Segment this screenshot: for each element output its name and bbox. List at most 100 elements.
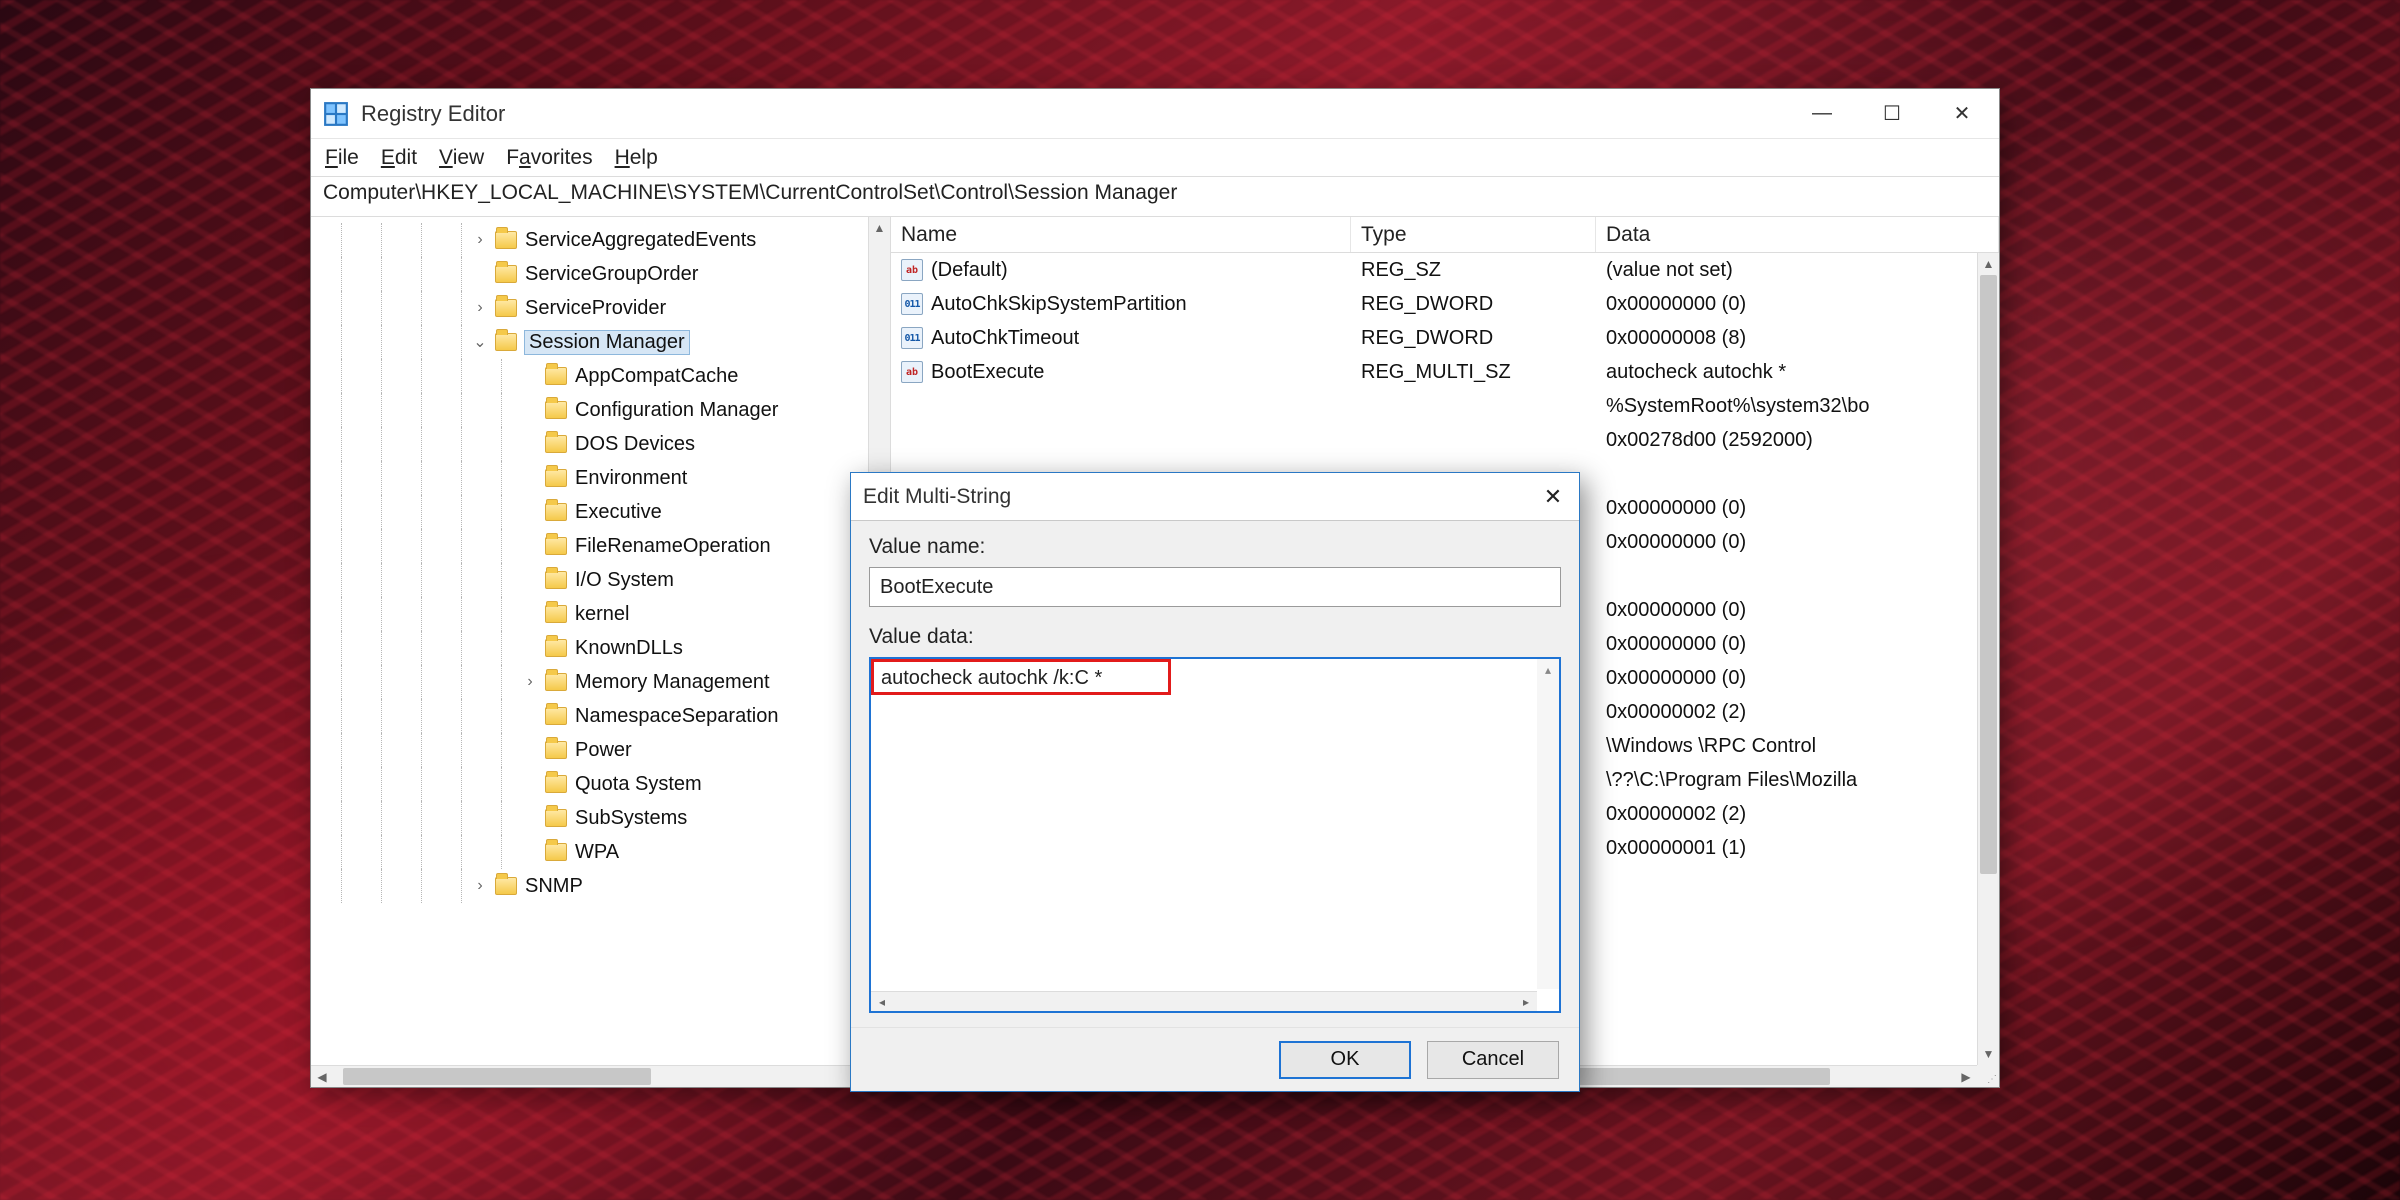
folder-icon (545, 367, 567, 385)
window-title: Registry Editor (361, 101, 505, 127)
tree-item[interactable]: ›Memory Management (321, 665, 890, 699)
value-data: 0x00000008 (8) (1596, 327, 1999, 350)
tree-item[interactable]: SubSystems (321, 801, 890, 835)
expand-toggle-icon[interactable]: ⌄ (471, 332, 489, 352)
resize-grip-icon[interactable]: ⋰ (1977, 1065, 1999, 1087)
menu-edit[interactable]: Edit (381, 146, 417, 170)
expand-toggle-icon[interactable]: › (471, 877, 489, 895)
tree-item[interactable]: Quota System (321, 767, 890, 801)
folder-icon (545, 639, 567, 657)
tree-item[interactable]: ›ServiceAggregatedEvents (321, 223, 890, 257)
close-button[interactable]: ✕ (1927, 90, 1997, 138)
value-name: (Default) (931, 259, 1008, 282)
tree-item[interactable]: FileRenameOperation (321, 529, 890, 563)
scroll-left-icon[interactable]: ◂ (871, 992, 893, 1011)
tree-item[interactable]: ›SNMP (321, 869, 890, 903)
scroll-down-icon[interactable]: ▼ (1978, 1043, 1999, 1065)
tree-item[interactable]: Environment (321, 461, 890, 495)
ok-button[interactable]: OK (1279, 1041, 1411, 1079)
value-name-label: Value name: (869, 535, 1561, 559)
tree-scrollbar-horizontal[interactable]: ◀ ▶ (311, 1065, 868, 1087)
tree-item-label: Session Manager (525, 331, 689, 354)
scroll-up-icon[interactable]: ▴ (1537, 659, 1559, 681)
scroll-up-icon[interactable]: ▲ (1978, 253, 1999, 275)
dialog-button-row: OK Cancel (851, 1027, 1579, 1091)
menu-favorites[interactable]: Favorites (506, 146, 592, 170)
menu-view[interactable]: View (439, 146, 484, 170)
value-data-textarea[interactable] (869, 657, 1561, 1013)
list-row[interactable]: ab (Default) REG_SZ(value not set) (891, 253, 1999, 287)
value-data: autocheck autochk * (1596, 361, 1999, 384)
expand-toggle-icon[interactable]: › (471, 299, 489, 317)
textarea-scrollbar-vertical[interactable]: ▴ (1537, 659, 1559, 989)
tree-item-label: Executive (575, 501, 662, 524)
tree-item[interactable]: ›ServiceProvider (321, 291, 890, 325)
value-name: AutoChkSkipSystemPartition (931, 293, 1187, 316)
menu-help[interactable]: Help (615, 146, 658, 170)
list-row[interactable]: 011AutoChkSkipSystemPartitionREG_DWORD0x… (891, 287, 1999, 321)
tree-item[interactable]: NamespaceSeparation (321, 699, 890, 733)
header-data[interactable]: Data (1596, 217, 1999, 252)
dialog-titlebar[interactable]: Edit Multi-String ✕ (851, 473, 1579, 521)
dialog-title: Edit Multi-String (863, 485, 1011, 509)
string-value-icon: ab (901, 259, 923, 281)
scroll-thumb[interactable] (1980, 275, 1997, 874)
minimize-button[interactable]: ― (1787, 90, 1857, 138)
folder-icon (545, 809, 567, 827)
tree-item-label: KnownDLLs (575, 637, 683, 660)
folder-icon (495, 231, 517, 249)
list-row[interactable]: 011AutoChkTimeoutREG_DWORD0x00000008 (8) (891, 321, 1999, 355)
tree-item-label: WPA (575, 841, 619, 864)
list-header[interactable]: Name Type Data (891, 217, 1999, 253)
value-name-input[interactable] (869, 567, 1561, 607)
tree-item-label: FileRenameOperation (575, 535, 771, 558)
tree-item[interactable]: ⌄ Session Manager (321, 325, 890, 359)
folder-icon (545, 469, 567, 487)
binary-value-icon: 011 (901, 293, 923, 315)
value-data: 0x00278d00 (2592000) (1596, 429, 1999, 452)
value-data: 0x00000000 (0) (1596, 497, 1999, 520)
textarea-scrollbar-horizontal[interactable]: ◂ ▸ (871, 991, 1537, 1011)
tree-item-label: ServiceGroupOrder (525, 263, 698, 286)
scroll-right-icon[interactable]: ▶ (1955, 1066, 1977, 1087)
titlebar[interactable]: Registry Editor ― ☐ ✕ (311, 89, 1999, 139)
scroll-right-icon[interactable]: ▸ (1515, 992, 1537, 1011)
string-value-icon: ab (901, 361, 923, 383)
folder-icon (495, 299, 517, 317)
header-type[interactable]: Type (1351, 217, 1596, 252)
list-row[interactable]: 0x00278d00 (2592000) (891, 423, 1999, 457)
expand-toggle-icon[interactable]: › (521, 673, 539, 691)
tree-item[interactable]: KnownDLLs (321, 631, 890, 665)
scroll-up-icon[interactable]: ▲ (869, 217, 890, 239)
list-row[interactable]: abBootExecuteREG_MULTI_SZautocheck autoc… (891, 355, 1999, 389)
tree-item[interactable]: I/O System (321, 563, 890, 597)
folder-icon (495, 333, 517, 351)
tree-pane[interactable]: ›ServiceAggregatedEvents ServiceGroupOrde… (311, 217, 891, 1087)
tree-item[interactable]: AppCompatCache (321, 359, 890, 393)
cancel-button[interactable]: Cancel (1427, 1041, 1559, 1079)
tree-item-label: I/O System (575, 569, 674, 592)
expand-toggle-icon[interactable]: › (471, 231, 489, 249)
maximize-button[interactable]: ☐ (1857, 90, 1927, 138)
tree-item[interactable]: ServiceGroupOrder (321, 257, 890, 291)
value-data: (value not set) (1596, 259, 1999, 282)
tree-item[interactable]: DOS Devices (321, 427, 890, 461)
tree-item[interactable]: Power (321, 733, 890, 767)
list-scrollbar-vertical[interactable]: ▲ ▼ (1977, 253, 1999, 1065)
scroll-left-icon[interactable]: ◀ (311, 1066, 333, 1087)
tree-item[interactable]: kernel (321, 597, 890, 631)
folder-icon (545, 843, 567, 861)
value-type: REG_SZ (1351, 259, 1596, 282)
tree-item[interactable]: WPA (321, 835, 890, 869)
header-name[interactable]: Name (891, 217, 1351, 252)
address-bar[interactable]: Computer\HKEY_LOCAL_MACHINE\SYSTEM\Curre… (311, 177, 1999, 217)
edit-multistring-dialog: Edit Multi-String ✕ Value name: Value da… (850, 472, 1580, 1092)
dialog-close-button[interactable]: ✕ (1529, 475, 1577, 519)
scroll-thumb[interactable] (343, 1068, 651, 1085)
tree-item[interactable]: Executive (321, 495, 890, 529)
tree-item[interactable]: Configuration Manager (321, 393, 890, 427)
list-row[interactable]: %SystemRoot%\system32\bo (891, 389, 1999, 423)
tree-item-label: Quota System (575, 773, 702, 796)
folder-icon (545, 503, 567, 521)
menu-file[interactable]: File (325, 146, 359, 170)
